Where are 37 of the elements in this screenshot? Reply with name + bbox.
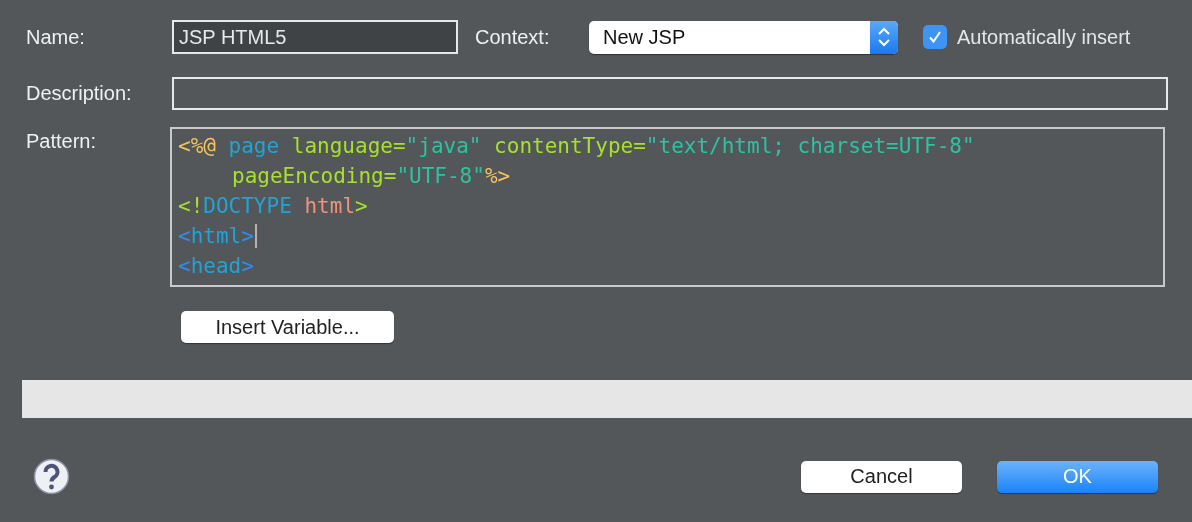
code-token: = [633,133,646,160]
name-field[interactable]: JSP HTML5 [172,20,458,54]
name-label: Name: [26,25,86,49]
context-select[interactable]: New JSP [589,20,898,54]
help-icon[interactable] [33,458,70,495]
cancel-button[interactable]: Cancel [801,460,962,493]
stepper-icon [877,26,891,48]
code-token: %> [484,163,511,190]
description-label: Description: [26,82,133,105]
code-token: "java" [405,133,482,160]
code-token: page [227,133,280,160]
code-token: "UTF-8" [396,163,485,190]
code-token: < [178,223,191,250]
code-token: <! [178,193,204,220]
code-token: <%@ [178,133,216,160]
code-token: > [241,253,254,280]
code-token: head [190,253,242,280]
code-token: pageEncoding [232,163,384,190]
context-label: Context: [475,25,551,49]
code-token: DOCTYPE [203,193,292,220]
auto-insert-label: Automatically insert [957,25,1131,49]
code-token: html [303,193,356,220]
code-token: < [178,253,191,280]
auto-insert-checkbox[interactable] [923,25,947,49]
code-token: "text/html; charset=UTF-8" [645,133,975,160]
check-icon [927,29,943,45]
code-token: = [392,133,406,160]
code-token: > [355,193,368,220]
code-token: = [383,163,397,190]
code-token: html [190,223,242,250]
code-token: > [241,223,254,250]
description-field[interactable] [172,77,1168,110]
insert-variable-button[interactable]: Insert Variable... [181,311,394,343]
pattern-label: Pattern: [26,130,98,153]
code-token: language [290,133,393,160]
pattern-editor[interactable]: <%@ page language="java" contentType="text/html; charset=UTF-8" pageEncoding="UTF-8"%> <!DOCTYPE html> <html> <head> [170,127,1165,287]
code-token: contentType [493,133,634,160]
